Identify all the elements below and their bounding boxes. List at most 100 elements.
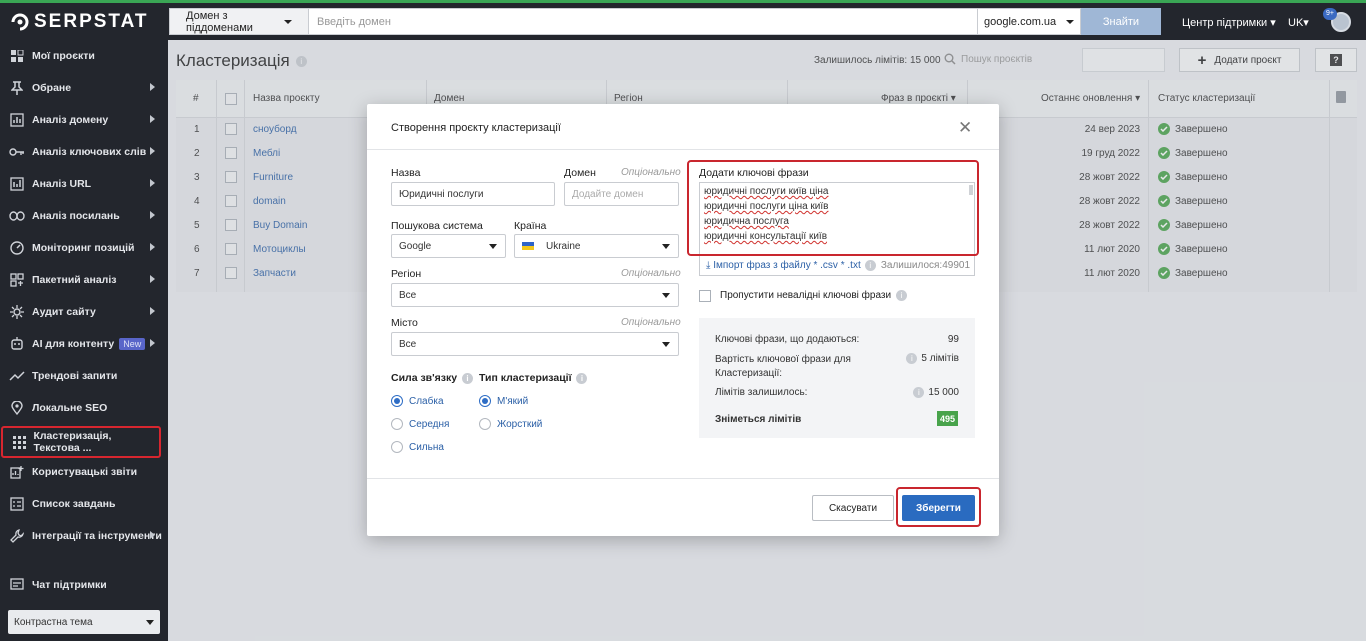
sidebar-item-ai-content[interactable]: AI для контенту New xyxy=(0,328,168,360)
chevron-down-icon xyxy=(662,244,670,249)
city-label: Місто xyxy=(391,317,418,329)
info-icon[interactable]: i xyxy=(906,353,918,364)
close-icon[interactable]: ✕ xyxy=(958,118,972,138)
find-button[interactable]: Знайти xyxy=(1081,8,1161,35)
sidebar-item-label: Мої проєкти xyxy=(32,50,95,62)
sidebar-item-favorites[interactable]: Обране xyxy=(0,72,168,104)
theme-select[interactable]: Контрастна тема xyxy=(8,610,160,634)
skip-invalid-label[interactable]: Пропустити невалідні ключові фрази i xyxy=(720,290,907,301)
highlight-keywords xyxy=(687,160,979,256)
sidebar-item-my-projects[interactable]: Мої проєкти xyxy=(0,40,168,72)
chevron-right-icon xyxy=(150,531,155,539)
charge-value-badge: 495 xyxy=(937,411,958,426)
limits-left-wrap: i 15 000 xyxy=(907,387,959,398)
sidebar-item-url-analysis[interactable]: Аналіз URL xyxy=(0,168,168,200)
cost-label: Вартість ключової фрази для Кластеризаці… xyxy=(715,354,851,379)
cancel-button[interactable]: Скасувати xyxy=(812,495,894,521)
cost-value: 5 лімітів xyxy=(921,353,959,364)
search-engine-label: Пошукова система xyxy=(391,220,483,232)
charge-label: Зніметься лімітів xyxy=(715,414,802,425)
domain-mode-value: Домен з піддоменами xyxy=(186,9,253,34)
type-hard-radio[interactable]: Жорсткий xyxy=(479,418,542,430)
sidebar-item-rank-tracker[interactable]: Моніторинг позицій xyxy=(0,232,168,264)
database-select[interactable]: google.com.ua xyxy=(978,8,1081,35)
sidebar-item-clustering[interactable]: Кластеризація, Текстова ... xyxy=(1,426,161,458)
sidebar-item-site-audit[interactable]: Аудит сайту xyxy=(0,296,168,328)
strength-weak-radio[interactable]: Слабка xyxy=(391,395,444,407)
chevron-right-icon xyxy=(150,83,155,91)
language-label: UK xyxy=(1288,17,1304,29)
clustering-type-label: Тип кластеризації i xyxy=(479,372,588,384)
project-name-input[interactable]: Юридичні послуги xyxy=(391,182,555,206)
country-value: Ukraine xyxy=(546,240,581,252)
domain-input[interactable]: Введіть домен xyxy=(309,8,978,35)
language-select[interactable]: UK▾ xyxy=(1288,16,1309,29)
domain-search-bar: Домен з піддоменами Введіть домен google… xyxy=(169,8,1161,35)
chevron-right-icon xyxy=(150,115,155,123)
sidebar-item-integrations[interactable]: Інтеграції та інструменти xyxy=(0,520,168,552)
sidebar-item-label: Моніторинг позицій xyxy=(32,242,135,254)
import-file-link[interactable]: ⤓ Імпорт фраз з файлу * .csv * .txt xyxy=(706,260,861,271)
gauge-icon xyxy=(9,240,25,256)
domain-label: Домен xyxy=(564,167,596,179)
search-engine-select[interactable]: Google xyxy=(391,234,506,258)
trend-icon xyxy=(9,368,25,384)
city-value: Все xyxy=(399,338,417,350)
database-value: google.com.ua xyxy=(984,15,1057,28)
pin-icon xyxy=(9,80,25,96)
keywords-added-value: 99 xyxy=(947,334,959,345)
info-icon[interactable]: i xyxy=(462,372,473,384)
info-icon[interactable]: i xyxy=(576,372,588,384)
top-bar: SERPSTAT Домен з піддоменами Введіть дом… xyxy=(0,0,1366,40)
batch-grid-icon xyxy=(9,272,25,288)
info-icon[interactable]: i xyxy=(913,387,925,398)
download-icon: ⤓ xyxy=(706,260,711,271)
sidebar-item-support-chat[interactable]: Чат підтримки xyxy=(0,569,168,601)
skip-invalid-text: Пропустити невалідні ключові фрази xyxy=(720,290,892,302)
strength-strong-label: Сильна xyxy=(409,441,444,453)
theme-value: Контрастна тема xyxy=(14,616,93,628)
strength-medium-radio[interactable]: Середня xyxy=(391,418,449,430)
link-icon xyxy=(9,208,25,224)
region-select[interactable]: Все xyxy=(391,283,679,307)
grid-icon xyxy=(9,48,25,64)
sidebar-item-label: Користувацькі звіти xyxy=(32,466,138,478)
sidebar-item-label: Аналіз ключових слів xyxy=(32,146,147,158)
chevron-right-icon xyxy=(150,275,155,283)
sidebar-item-trends[interactable]: Трендові запити xyxy=(0,360,168,392)
type-soft-radio[interactable]: М'який xyxy=(479,395,528,407)
info-icon[interactable]: i xyxy=(864,260,876,271)
clustering-type-text: Тип кластеризації xyxy=(479,372,572,384)
sidebar-item-label: Обране xyxy=(32,82,72,94)
domain-input[interactable]: Додайте домен xyxy=(564,182,679,206)
notification-badge[interactable]: 9+ xyxy=(1323,8,1337,20)
region-optional: Опціонально xyxy=(621,268,681,279)
sidebar-item-custom-reports[interactable]: Користувацькі звіти xyxy=(0,456,168,488)
info-icon[interactable]: i xyxy=(895,290,907,301)
link-strength-text: Сила зв'язку xyxy=(391,372,458,384)
serpstat-logo[interactable]: SERPSTAT xyxy=(10,10,149,34)
support-center-menu[interactable]: Центр підтримки ▾ xyxy=(1182,16,1276,29)
search-engine-value: Google xyxy=(399,240,432,252)
chat-icon xyxy=(9,577,25,593)
chevron-right-icon xyxy=(150,243,155,251)
domain-mode-select[interactable]: Домен з піддоменами xyxy=(169,8,309,35)
city-select[interactable]: Все xyxy=(391,332,679,356)
country-select[interactable]: Ukraine xyxy=(514,234,679,258)
strength-strong-radio[interactable]: Сильна xyxy=(391,441,444,453)
chevron-right-icon xyxy=(150,147,155,155)
sidebar-item-local-seo[interactable]: Локальне SEO xyxy=(0,392,168,424)
dialog-title: Створення проєкту кластеризації xyxy=(391,122,561,134)
sidebar-item-task-list[interactable]: Список завдань xyxy=(0,488,168,520)
skip-invalid-checkbox[interactable] xyxy=(699,290,711,302)
chevron-down-icon xyxy=(146,619,154,625)
sidebar-item-domain-analysis[interactable]: Аналіз домену xyxy=(0,104,168,136)
remaining-keywords: Залишилося:49901 xyxy=(880,260,970,271)
sidebar: Мої проєкти Обране Аналіз домену Аналіз … xyxy=(0,40,168,641)
sidebar-item-backlink-analysis[interactable]: Аналіз посилань xyxy=(0,200,168,232)
sidebar-item-keyword-analysis[interactable]: Аналіз ключових слів xyxy=(0,136,168,168)
sidebar-item-batch-analysis[interactable]: Пакетний аналіз xyxy=(0,264,168,296)
limits-summary: Ключові фрази, що додаються: 99 Вартість… xyxy=(699,318,975,438)
sidebar-item-label: Інтеграції та інструменти xyxy=(32,530,162,542)
logo-icon xyxy=(11,13,29,31)
